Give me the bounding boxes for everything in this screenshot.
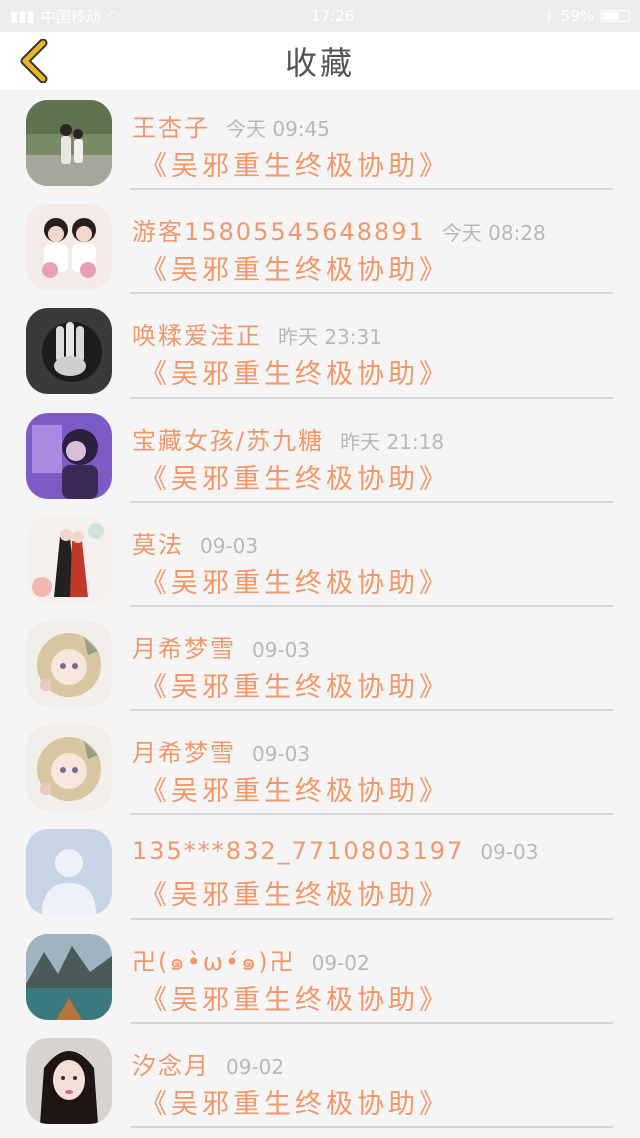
signal-icon: ▮▮▮ <box>10 7 35 25</box>
list-item[interactable]: 卍(๑•̀ω•́๑)卍 09-02 《吴邪重生终极协助》 <box>0 926 640 1030</box>
list-item-text: 卍(๑•̀ω•́๑)卍 09-02 《吴邪重生终极协助》 <box>130 926 613 1030</box>
avatar[interactable] <box>26 725 112 812</box>
clock: 17:26 <box>311 7 355 25</box>
book-title[interactable]: 《吴邪重生终极协助》 <box>140 769 450 808</box>
avatar[interactable] <box>26 1037 112 1124</box>
divider <box>130 1021 613 1024</box>
avatar[interactable] <box>26 308 112 395</box>
list-item[interactable]: 135***832_7710803197 09-03 《吴邪重生终极协助》 <box>0 821 640 925</box>
battery-icon <box>600 10 630 22</box>
timestamp: 09-03 <box>480 840 539 865</box>
divider <box>130 709 613 712</box>
book-title[interactable]: 《吴邪重生终极协助》 <box>140 144 450 183</box>
list-item-text: 135***832_7710803197 09-03 《吴邪重生终极协助》 <box>130 821 613 925</box>
list-item-header: 唤糅爱洼正 昨天 23:31 <box>132 316 382 351</box>
divider <box>130 604 613 607</box>
avatar[interactable] <box>26 933 112 1020</box>
user-name[interactable]: 月希梦雪 <box>132 629 236 664</box>
divider <box>130 1125 613 1128</box>
list-item-header: 汐念月 09-02 <box>132 1046 284 1081</box>
book-title[interactable]: 《吴邪重生终极协助》 <box>140 873 450 912</box>
user-name[interactable]: 月希梦雪 <box>132 733 236 768</box>
timestamp: 09-02 <box>311 950 370 975</box>
list-item-text: 唤糅爱洼正 昨天 23:31 《吴邪重生终极协助》 <box>130 300 613 404</box>
timestamp: 09-03 <box>252 637 311 662</box>
carrier-label: 中国移动 <box>40 7 101 26</box>
avatar[interactable] <box>26 829 112 916</box>
list-item-header: 135***832_7710803197 09-03 <box>132 837 538 865</box>
timestamp: 昨天 21:18 <box>340 429 445 454</box>
list-item[interactable]: 王杏子 今天 09:45 《吴邪重生终极协助》 <box>0 92 640 196</box>
list-item[interactable]: 月希梦雪 09-03 《吴邪重生终极协助》 <box>0 717 640 821</box>
list-item[interactable]: 月希梦雪 09-03 《吴邪重生终极协助》 <box>0 613 640 717</box>
list-item-text: 王杏子 今天 09:45 《吴邪重生终极协助》 <box>130 92 613 196</box>
book-title[interactable]: 《吴邪重生终极协助》 <box>140 248 450 287</box>
header: 收藏 <box>0 32 640 90</box>
book-title[interactable]: 《吴邪重生终极协助》 <box>140 665 450 704</box>
page-title: 收藏 <box>284 44 355 82</box>
list-item-text: 汐念月 09-02 《吴邪重生终极协助》 <box>130 1030 613 1134</box>
avatar[interactable] <box>26 100 112 186</box>
favorites-list: 王杏子 今天 09:45 《吴邪重生终极协助》 游客15805545648891 今天 … <box>0 92 640 1134</box>
user-name[interactable]: 游客15805545648891 <box>132 212 426 247</box>
list-item-header: 月希梦雪 09-03 <box>132 629 310 664</box>
divider <box>130 292 613 295</box>
divider <box>130 396 613 399</box>
list-item-text: 游客15805545648891 今天 08:28 《吴邪重生终极协助》 <box>130 196 613 300</box>
avatar[interactable] <box>26 516 112 603</box>
user-name[interactable]: 宝藏女孩/苏九糖 <box>132 421 324 456</box>
avatar[interactable] <box>26 204 112 291</box>
list-item-header: 月希梦雪 09-03 <box>132 733 310 768</box>
book-title[interactable]: 《吴邪重生终极协助》 <box>140 561 450 600</box>
list-item-text: 宝藏女孩/苏九糖 昨天 21:18 《吴邪重生终极协助》 <box>130 405 613 509</box>
chevron-left-icon <box>20 39 48 83</box>
avatar[interactable] <box>26 412 112 499</box>
battery-percent: 59% <box>560 7 594 25</box>
wifi-icon: ◠ <box>106 7 120 25</box>
list-item-header: 卍(๑•̀ω•́๑)卍 09-02 <box>132 942 370 981</box>
divider <box>130 917 613 920</box>
user-name[interactable]: 莫法 <box>132 525 184 560</box>
list-item[interactable]: 莫法 09-03 《吴邪重生终极协助》 <box>0 509 640 613</box>
avatar[interactable] <box>26 620 112 707</box>
user-name[interactable]: 唤糅爱洼正 <box>132 316 262 351</box>
divider <box>130 500 613 503</box>
list-item-text: 月希梦雪 09-03 《吴邪重生终极协助》 <box>130 613 613 717</box>
divider <box>130 813 613 816</box>
list-item-text: 莫法 09-03 《吴邪重生终极协助》 <box>130 509 613 613</box>
timestamp: 今天 08:28 <box>441 221 546 246</box>
bluetooth-icon: ᛒ <box>545 7 555 25</box>
list-item[interactable]: 游客15805545648891 今天 08:28 《吴邪重生终极协助》 <box>0 196 640 300</box>
user-name[interactable]: 135***832_7710803197 <box>132 837 464 865</box>
list-item[interactable]: 宝藏女孩/苏九糖 昨天 21:18 《吴邪重生终极协助》 <box>0 405 640 509</box>
timestamp: 09-03 <box>200 533 259 558</box>
list-item[interactable]: 汐念月 09-02 《吴邪重生终极协助》 <box>0 1030 640 1134</box>
list-item-header: 王杏子 今天 09:45 <box>132 108 330 143</box>
book-title[interactable]: 《吴邪重生终极协助》 <box>140 1082 450 1121</box>
list-item-header: 莫法 09-03 <box>132 525 258 560</box>
list-item-text: 月希梦雪 09-03 《吴邪重生终极协助》 <box>130 717 613 821</box>
book-title[interactable]: 《吴邪重生终极协助》 <box>140 457 450 496</box>
timestamp: 今天 09:45 <box>226 117 330 141</box>
timestamp: 09-02 <box>226 1054 285 1079</box>
user-name[interactable]: 汐念月 <box>132 1046 210 1081</box>
timestamp: 09-03 <box>252 742 311 767</box>
back-button[interactable] <box>12 38 58 84</box>
divider <box>130 188 613 191</box>
user-name[interactable]: 王杏子 <box>132 108 210 143</box>
list-item-header: 游客15805545648891 今天 08:28 <box>132 212 546 247</box>
book-title[interactable]: 《吴邪重生终极协助》 <box>140 352 450 391</box>
book-title[interactable]: 《吴邪重生终极协助》 <box>140 978 450 1017</box>
list-item[interactable]: 唤糅爱洼正 昨天 23:31 《吴邪重生终极协助》 <box>0 300 640 404</box>
timestamp: 昨天 23:31 <box>278 325 382 350</box>
list-item-header: 宝藏女孩/苏九糖 昨天 21:18 <box>132 421 444 456</box>
user-name[interactable]: 卍(๑•̀ω•́๑)卍 <box>132 942 296 981</box>
status-bar: ▮▮▮ 中国移动 ◠ 17:26 ᛒ 59% <box>0 0 640 32</box>
